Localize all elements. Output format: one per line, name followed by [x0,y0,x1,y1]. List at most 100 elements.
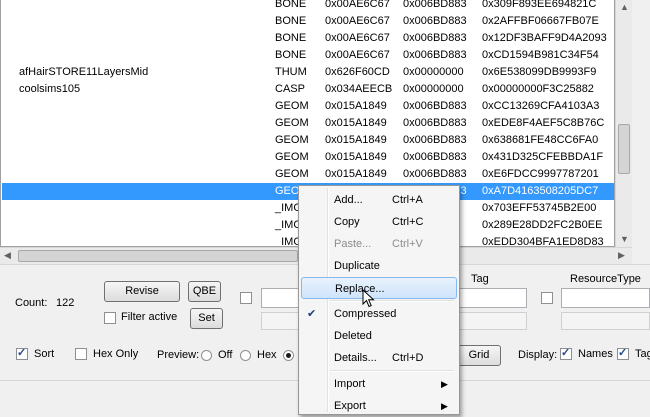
filter-active-checkbox[interactable] [104,312,116,324]
preview-hex-radio[interactable] [240,350,251,361]
list-row[interactable]: BONE 0x00AE6C67 0x006BD883 0x12DF3BAFF9D4A2… [2,30,614,47]
menu-item-add[interactable]: Add... Ctrl+A [301,189,457,211]
scroll-right-icon[interactable]: ▶ [618,250,625,261]
cell-instance: 0x00000000F3C25882 [482,83,594,95]
cell-instance: 0x431D325CFEBBDA1F [482,151,604,163]
submenu-arrow-icon: ▶ [441,401,448,411]
list-row[interactable]: BONE 0x00AE6C67 0x006BD883 0x2AFFBF06667FB0… [2,13,614,30]
menu-item-label: Duplicate [334,260,380,272]
preview-value-radio[interactable] [283,350,294,361]
menu-item-compressed[interactable]: ✔ Compressed [301,303,457,325]
names-checkbox[interactable] [560,346,572,360]
scroll-down-icon[interactable]: ▼ [620,234,629,244]
list-row[interactable]: BONE 0x00AE6C67 0x006BD883 0xCD1594B981C34F… [2,47,614,64]
tags-checkbox[interactable] [617,346,629,360]
set-button[interactable]: Set [190,308,223,329]
cell-instance: 0xE6FDCC9997787201 [482,168,599,180]
resource-type-checkbox[interactable] [541,292,553,304]
cell-tag: THUM [275,66,307,78]
cell-type: 0x015A1849 [325,100,387,112]
list-row[interactable]: GEOM 0x015A1849 0x006BD883 0xCC13269CFA4103… [2,98,614,115]
cell-type: 0x034AEECB [325,83,393,95]
cell-group: 0x00000000 [403,83,464,95]
menu-item-label: Add... [334,194,363,206]
cell-name: coolsims105 [19,83,81,95]
qbe-button[interactable]: QBE [188,281,221,302]
cell-type: 0x00AE6C67 [325,15,390,27]
count-label: Count: [15,297,48,309]
cell-instance: 0xEDE8F4AEF5C8B76C [482,117,605,129]
cell-tag: BONE [275,15,307,27]
name-filter-input[interactable] [261,288,301,308]
cell-group: 0x006BD883 [403,32,467,44]
list-row[interactable]: coolsims105 CASP 0x034AEECB 0x00000000 0x000… [2,81,614,98]
menu-item-paste[interactable]: Paste... Ctrl+V [301,233,457,255]
menu-item-export[interactable]: Export ▶ [301,395,457,417]
menu-separator [330,370,454,372]
menu-item-shortcut: Ctrl+A [392,194,423,206]
cell-instance: 0xCD1594B981C34F54 [482,49,599,61]
context-menu: Add... Ctrl+A Copy Ctrl+C Paste... Ctrl+V Dupl… [298,185,460,415]
mouse-cursor-icon [362,289,375,308]
cell-tag: GEOM [275,117,309,129]
cell-group: 0x006BD883 [403,134,467,146]
list-row[interactable]: GEOM 0x015A1849 0x006BD883 0xEDE8F4AEF5C8B7… [2,115,614,132]
menu-item-label: Deleted [334,330,372,342]
menu-item-details[interactable]: Details... Ctrl+D [301,347,457,369]
revise-button[interactable]: Revise [104,281,180,302]
cell-group: 0x006BD883 [403,100,467,112]
scroll-left-icon[interactable]: ◀ [4,250,11,261]
list-row[interactable]: afHairSTORE11LayersMid THUM 0x626F60CD 0x00… [2,64,614,81]
horizontal-scroll-thumb[interactable] [18,250,298,262]
cell-type: 0x015A1849 [325,168,387,180]
tags-label: Tag [635,348,650,360]
resource-type-header: ResourceType [570,273,641,285]
cell-group: 0x006BD883 [403,0,467,10]
cell-instance: 0x309F893EE694821C [482,0,597,10]
list-row[interactable]: GEOM 0x015A1849 0x006BD883 0x638681FE48CC6F… [2,132,614,149]
cell-type: 0x00AE6C67 [325,32,390,44]
cell-tag: BONE [275,49,307,61]
filter-name-checkbox[interactable] [240,292,252,304]
cell-tag: BONE [275,32,307,44]
menu-item-label: Details... [334,352,377,364]
menu-item-shortcut: Ctrl+D [392,352,424,364]
cell-type: 0x626F60CD [325,66,390,78]
cell-group: 0x006BD883 [403,168,467,180]
scroll-up-icon[interactable]: ▲ [620,2,629,12]
cell-tag: CASP [275,83,305,95]
cell-group: 0x006BD883 [403,49,467,61]
sort-label: Sort [34,348,55,360]
menu-item-shortcut: Ctrl+V [392,238,423,250]
menu-item-deleted[interactable]: Deleted [301,325,457,347]
resource-type-input[interactable] [561,288,650,308]
cell-instance: 0x289E28DD2FC2B0EE [482,219,603,231]
menu-item-copy[interactable]: Copy Ctrl+C [301,211,457,233]
menu-item-replace[interactable]: Replace... [301,277,457,299]
checkmark-icon: ✔ [307,308,317,320]
cell-instance: 0x703EFF53745B2E00 [482,202,597,214]
vertical-scrollbar[interactable]: ▲ ▼ [615,0,632,247]
preview-off-radio[interactable] [201,350,212,361]
cell-tag: GEOM [275,134,309,146]
filter-active-label: Filter active [121,311,178,323]
list-row[interactable]: BONE 0x00AE6C67 0x006BD883 0x309F893EE69482… [2,0,614,13]
menu-item-label: Paste... [334,238,372,250]
grid-button[interactable]: Grid [457,345,501,366]
cell-instance: 0x6E538099DB9993F9 [482,66,597,78]
menu-item-duplicate[interactable]: Duplicate [301,255,457,277]
cell-name: afHairSTORE11LayersMid [19,66,149,78]
tag-filter-input[interactable] [459,288,527,308]
hex-only-checkbox[interactable] [75,348,87,360]
vertical-scroll-thumb[interactable] [618,124,630,174]
cell-type: 0x015A1849 [325,117,387,129]
menu-item-label: Copy [334,216,360,228]
cell-tag: BONE [275,0,307,10]
menu-item-import[interactable]: Import ▶ [301,373,457,395]
menu-separator [330,300,454,302]
preview-off-label: Off [218,349,233,361]
display-label: Display: [518,349,558,361]
list-row[interactable]: GEOM 0x015A1849 0x006BD883 0xE6FDCC99977872… [2,166,614,183]
list-row[interactable]: GEOM 0x015A1849 0x006BD883 0x431D325CFEBBDA… [2,149,614,166]
sort-checkbox[interactable] [16,346,28,360]
